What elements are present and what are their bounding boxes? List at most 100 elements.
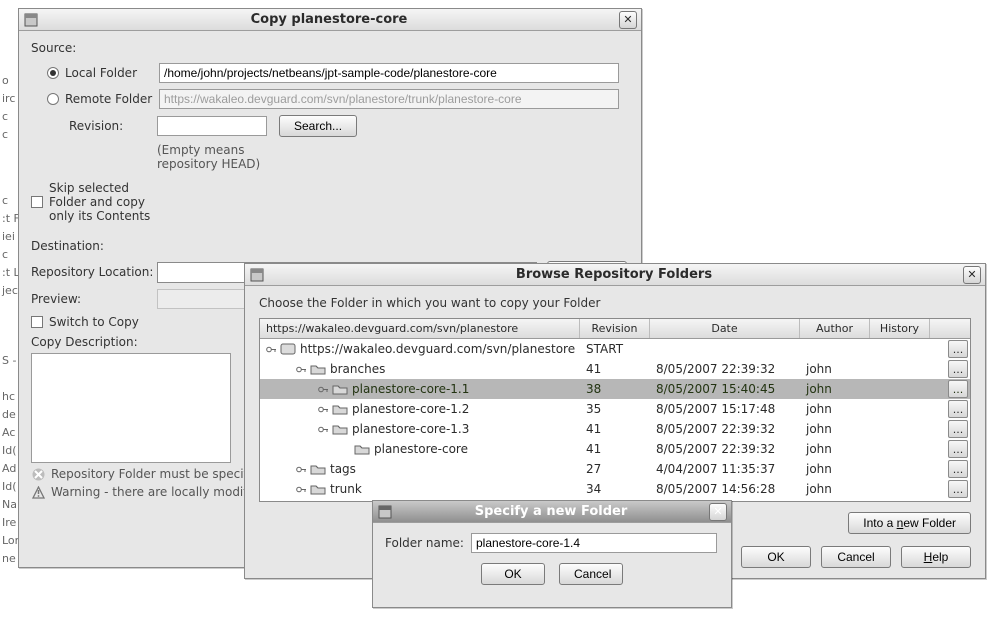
- table-row[interactable]: planestore-core418/05/2007 22:39:32john.…: [260, 439, 970, 459]
- row-author: john: [800, 402, 870, 416]
- cancel-button[interactable]: Cancel: [821, 546, 891, 568]
- browse-instruction: Choose the Folder in which you want to c…: [259, 296, 971, 310]
- row-date: 8/05/2007 22:39:32: [650, 422, 800, 436]
- search-button[interactable]: Search...: [279, 115, 357, 137]
- bg-text: iei: [2, 228, 15, 246]
- col-author[interactable]: Author: [800, 319, 870, 338]
- history-ellipsis-button[interactable]: ...: [948, 400, 968, 418]
- history-ellipsis-button[interactable]: ...: [948, 360, 968, 378]
- remote-folder-label: Remote Folder: [65, 92, 159, 106]
- browse-titlebar[interactable]: Browse Repository Folders ✕: [245, 264, 985, 286]
- folder-name-field[interactable]: [471, 533, 717, 553]
- tree-toggle-icon[interactable]: [296, 485, 306, 494]
- new-folder-dialog: Specify a new Folder ✕ Folder name: OK C…: [372, 500, 732, 608]
- history-ellipsis-button[interactable]: ...: [948, 380, 968, 398]
- tree-toggle-icon[interactable]: [296, 365, 306, 374]
- bg-text: Ac: [2, 424, 15, 442]
- ok-button[interactable]: OK: [741, 546, 811, 568]
- row-author: john: [800, 482, 870, 496]
- new-folder-title: Specify a new Folder: [393, 504, 709, 519]
- table-row[interactable]: https://wakaleo.devguard.com/svn/planest…: [260, 339, 970, 359]
- row-date: 8/05/2007 15:17:48: [650, 402, 800, 416]
- into-new-folder-button[interactable]: Into a new Folder: [848, 512, 971, 534]
- error-icon: [31, 467, 45, 481]
- table-row[interactable]: planestore-core-1.1388/05/2007 15:40:45j…: [260, 379, 970, 399]
- close-icon[interactable]: ✕: [709, 503, 727, 521]
- row-author: john: [800, 462, 870, 476]
- description-textarea[interactable]: [31, 353, 231, 463]
- row-revision: START: [580, 342, 650, 356]
- bg-text: jec: [2, 282, 18, 300]
- col-history[interactable]: History: [870, 319, 930, 338]
- bg-text: Ire: [2, 514, 16, 532]
- switch-label: Switch to Copy: [49, 315, 159, 329]
- window-icon: [377, 504, 393, 520]
- row-name: tags: [330, 462, 356, 476]
- close-icon[interactable]: ✕: [963, 266, 981, 284]
- new-folder-titlebar[interactable]: Specify a new Folder ✕: [373, 501, 731, 523]
- tree-toggle-icon[interactable]: [318, 405, 328, 414]
- tree-toggle-icon[interactable]: [318, 425, 328, 434]
- bg-text: hc: [2, 388, 15, 406]
- history-ellipsis-button[interactable]: ...: [948, 460, 968, 478]
- help-button[interactable]: Help: [901, 546, 971, 568]
- row-name: planestore-core: [374, 442, 468, 456]
- table-row[interactable]: planestore-core-1.2358/05/2007 15:17:48j…: [260, 399, 970, 419]
- row-revision: 27: [580, 462, 650, 476]
- window-icon: [23, 12, 39, 28]
- source-label: Source:: [31, 41, 629, 55]
- copy-titlebar[interactable]: Copy planestore-core ✕: [19, 9, 641, 31]
- folder-icon: [332, 383, 346, 395]
- col-date[interactable]: Date: [650, 319, 800, 338]
- switch-checkbox[interactable]: [31, 316, 43, 328]
- bg-text: c: [2, 246, 8, 264]
- history-ellipsis-button[interactable]: ...: [948, 440, 968, 458]
- skip-folder-label: Skip selected Folder and copy only its C…: [49, 181, 159, 223]
- history-ellipsis-button[interactable]: ...: [948, 340, 968, 358]
- row-name: planestore-core-1.3: [352, 422, 469, 436]
- bg-text: Na: [2, 496, 17, 514]
- row-revision: 41: [580, 422, 650, 436]
- bg-text: o: [2, 72, 9, 90]
- col-revision[interactable]: Revision: [580, 319, 650, 338]
- revision-field[interactable]: [157, 116, 267, 136]
- local-folder-radio[interactable]: [47, 67, 59, 79]
- bg-text: Id(: [2, 478, 17, 496]
- cancel-button[interactable]: Cancel: [559, 563, 623, 585]
- row-name: branches: [330, 362, 385, 376]
- history-ellipsis-button[interactable]: ...: [948, 420, 968, 438]
- bg-text: Ad: [2, 460, 16, 478]
- row-author: john: [800, 382, 870, 396]
- preview-label: Preview:: [31, 292, 157, 306]
- tree-toggle-icon[interactable]: [296, 465, 306, 474]
- remote-folder-field: [159, 89, 619, 109]
- local-folder-label: Local Folder: [65, 66, 159, 80]
- repo-tree-table[interactable]: https://wakaleo.devguard.com/svn/planest…: [259, 318, 971, 502]
- tree-toggle-icon[interactable]: [318, 385, 328, 394]
- window-icon: [249, 267, 265, 283]
- col-url[interactable]: https://wakaleo.devguard.com/svn/planest…: [260, 319, 580, 338]
- tree-toggle-icon[interactable]: [266, 345, 276, 354]
- local-folder-field[interactable]: [159, 63, 619, 83]
- bg-text: S -: [2, 352, 16, 370]
- row-date: 8/05/2007 15:40:45: [650, 382, 800, 396]
- folder-icon: [332, 403, 346, 415]
- table-row[interactable]: planestore-core-1.3418/05/2007 22:39:32j…: [260, 419, 970, 439]
- ok-button[interactable]: OK: [481, 563, 545, 585]
- bg-text: c: [2, 126, 8, 144]
- skip-folder-checkbox[interactable]: [31, 196, 43, 208]
- destination-label: Destination:: [31, 239, 629, 253]
- row-author: john: [800, 362, 870, 376]
- table-row[interactable]: branches418/05/2007 22:39:32john...: [260, 359, 970, 379]
- close-icon[interactable]: ✕: [619, 11, 637, 29]
- revision-label: Revision:: [31, 119, 157, 133]
- browse-title: Browse Repository Folders: [265, 267, 963, 282]
- row-name: planestore-core-1.1: [352, 382, 469, 396]
- remote-folder-radio[interactable]: [47, 93, 59, 105]
- bg-text: Id(: [2, 442, 17, 460]
- table-row[interactable]: tags274/04/2007 11:35:37john...: [260, 459, 970, 479]
- bg-text: irc: [2, 90, 15, 108]
- table-row[interactable]: trunk348/05/2007 14:56:28john...: [260, 479, 970, 499]
- folder-icon: [354, 443, 368, 455]
- history-ellipsis-button[interactable]: ...: [948, 480, 968, 498]
